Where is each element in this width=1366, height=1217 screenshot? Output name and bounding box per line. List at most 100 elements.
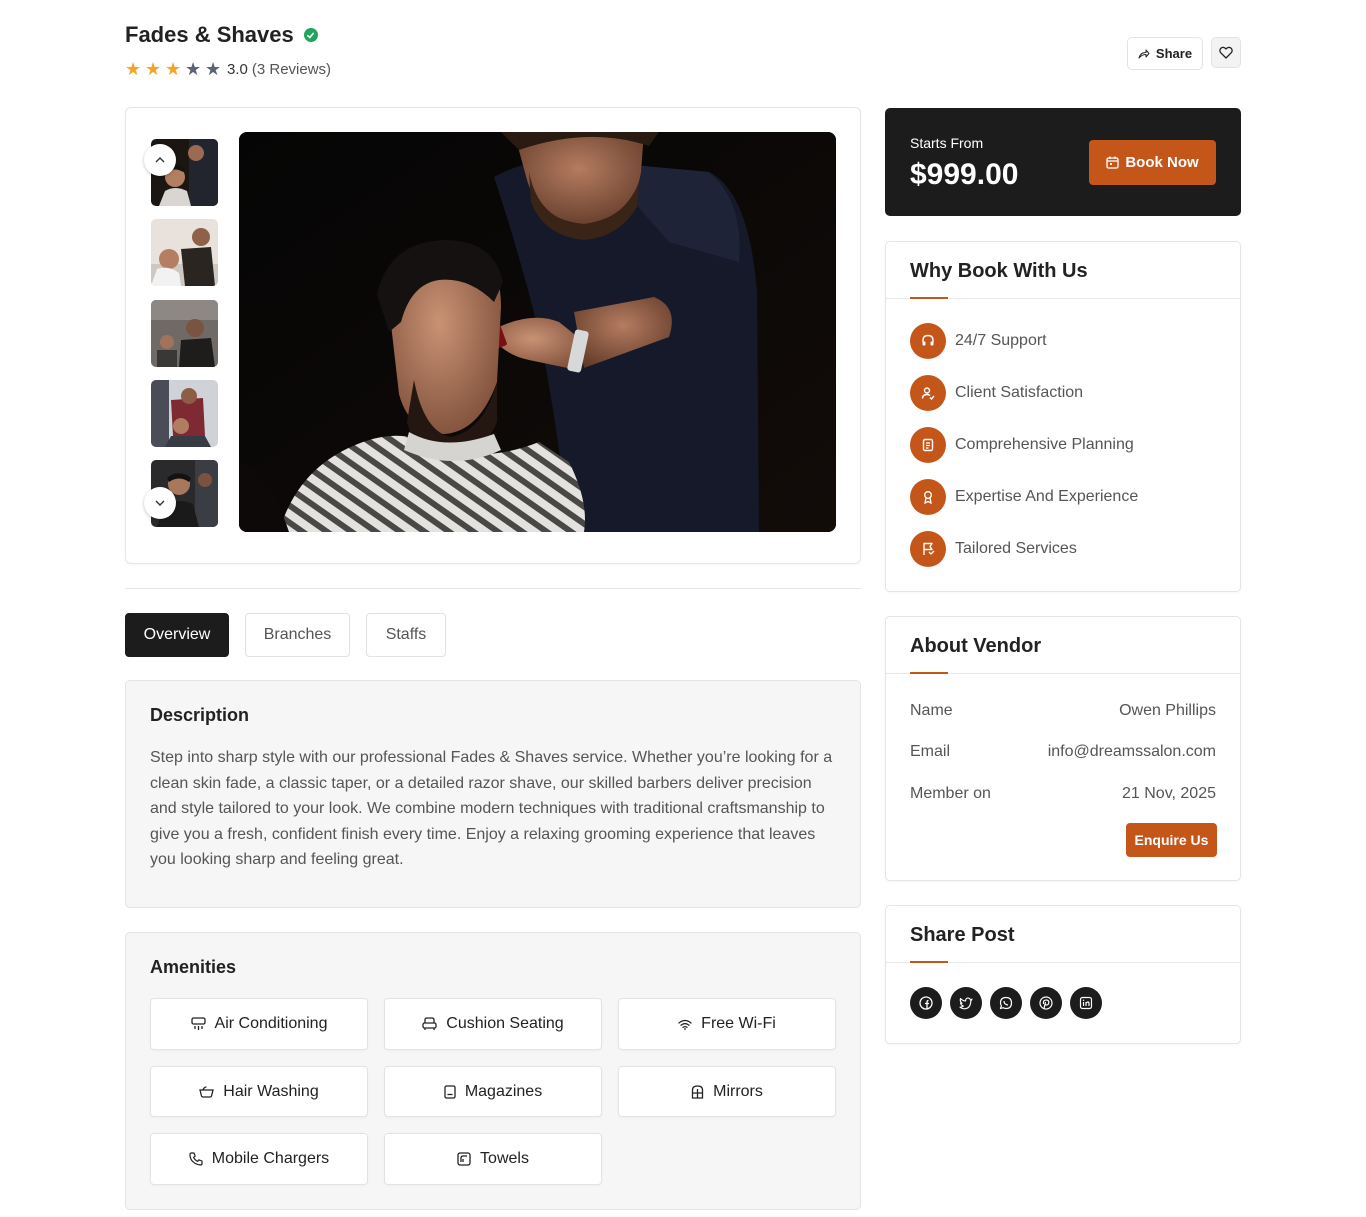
amenity-label: Cushion Seating [446,1015,564,1032]
vendor-field-value[interactable]: info@dreamssalon.com [1048,743,1216,761]
share-linkedin-button[interactable] [1070,987,1102,1019]
why-item-tailored: Tailored Services [910,531,1077,567]
gallery-thumbnail[interactable] [151,300,218,367]
share-icon [1138,49,1150,58]
award-icon [910,479,946,515]
amenity-mobile-chargers: Mobile Chargers [150,1133,368,1185]
why-item-label: Expertise And Experience [955,488,1139,505]
chevron-down-icon [155,500,165,506]
amenity-free-wifi: Free Wi-Fi [618,998,836,1050]
twitter-icon [959,996,973,1009]
price-label: Starts From [910,135,984,151]
why-item-label: Client Satisfaction [955,384,1084,401]
why-item-planning: Comprehensive Planning [910,427,1134,463]
amenity-label: Magazines [464,1082,543,1100]
rating-value: 3.0 [227,60,248,78]
card-header: Share Post [886,906,1240,963]
card-header: Why Book With Us [886,242,1240,299]
why-item-expertise: Expertise And Experience [910,479,1138,515]
amenities-grid: Air Conditioning Cushion Seating Free Wi… [150,998,836,1185]
why-item-label: Comprehensive Planning [955,436,1134,453]
description-panel: Description Step into sharp style with o… [125,680,861,908]
vendor-row-name: Name Owen Phillips [910,702,1216,720]
share-pinterest-button[interactable] [1030,987,1062,1019]
share-post-heading: Share Post [910,924,1015,946]
facebook-icon [919,996,933,1010]
book-icon [444,1084,456,1099]
star-filled-icon: ★ [125,59,142,79]
tab-staffs[interactable]: Staffs [366,613,446,657]
favorite-button[interactable] [1211,37,1241,68]
star-empty-icon: ★ [185,59,202,79]
verified-check-icon [303,28,318,42]
armchair-icon [422,1017,437,1030]
linkedin-icon [1079,996,1093,1010]
image-gallery [125,107,861,564]
why-book-card: Why Book With Us 24/7 Support Client Sat… [885,241,1241,592]
amenity-magazines: Magazines [384,1066,602,1117]
share-button[interactable]: Share [1127,37,1203,70]
about-vendor-card: About Vendor Name Owen Phillips Email in… [885,616,1241,881]
vendor-row-email: Email info@dreamssalon.com [910,743,1216,761]
vendor-field-value: Owen Phillips [1119,702,1216,719]
amenity-cushion-seating: Cushion Seating [384,998,602,1050]
towel-icon [457,1152,471,1166]
share-twitter-button[interactable] [950,987,982,1019]
main-gallery-image [239,132,836,532]
pinterest-icon [1039,996,1053,1010]
headset-icon [910,323,946,359]
amenities-panel: Amenities Air Conditioning Cushion Seati… [125,932,861,1210]
enquire-label: Enquire Us [1134,832,1209,848]
amenity-label: Mobile Chargers [211,1150,330,1167]
share-label: Share [1155,46,1193,61]
calendar-icon [1106,156,1119,169]
vendor-field-label: Email [910,743,951,760]
wifi-icon [678,1019,692,1030]
rating: ★ ★ ★ ★ ★ 3.0 (3 Reviews) [125,60,331,78]
card-header: About Vendor [886,617,1240,674]
section-divider [125,588,861,589]
tab-branches[interactable]: Branches [245,613,350,657]
enquire-button[interactable]: Enquire Us [1126,823,1217,857]
star-filled-icon: ★ [165,59,182,79]
why-item-label: Tailored Services [955,540,1077,557]
book-now-button[interactable]: Book Now [1089,140,1216,185]
share-whatsapp-button[interactable] [990,987,1022,1019]
vendor-field-label: Name [910,702,953,719]
about-vendor-heading: About Vendor [910,635,1042,657]
user-check-icon [910,375,946,411]
chevron-up-icon [155,157,165,163]
phone-icon [189,1152,203,1166]
heading-accent-line [910,672,948,674]
vendor-row-member-on: Member on 21 Nov, 2025 [910,785,1216,803]
amenity-label: Hair Washing [223,1082,319,1100]
share-facebook-button[interactable] [910,987,942,1019]
why-book-heading: Why Book With Us [910,260,1088,282]
tab-overview[interactable]: Overview [125,613,229,657]
mirror-icon [691,1084,704,1099]
description-heading: Description [150,705,250,725]
amenity-label: Mirrors [713,1082,763,1100]
amenity-label: Free Wi-Fi [701,1015,776,1032]
vendor-field-label: Member on [910,785,991,802]
gallery-thumbnail[interactable] [151,219,218,286]
wash-basin-icon [199,1085,215,1098]
vendor-field-value: 21 Nov, 2025 [1122,785,1216,802]
amenities-heading: Amenities [150,957,237,977]
heading-accent-line [910,297,948,299]
tab-label: Staffs [385,626,427,643]
amenity-hair-washing: Hair Washing [150,1066,368,1117]
review-count[interactable]: (3 Reviews) [252,61,331,78]
amenity-label: Towels [480,1150,529,1167]
why-item-support: 24/7 Support [910,323,1047,359]
thumbnail-scroll-up-button[interactable] [144,144,176,176]
star-filled-icon: ★ [145,59,162,79]
amenity-towels: Towels [384,1133,602,1185]
flag-icon [910,531,946,567]
page-title: Fades & Shaves [125,22,294,47]
price-amount: $999.00 [910,158,1019,191]
tab-label: Branches [263,626,332,643]
tab-label: Overview [143,626,211,643]
thumbnail-scroll-down-button[interactable] [144,487,176,519]
gallery-thumbnail[interactable] [151,380,218,447]
